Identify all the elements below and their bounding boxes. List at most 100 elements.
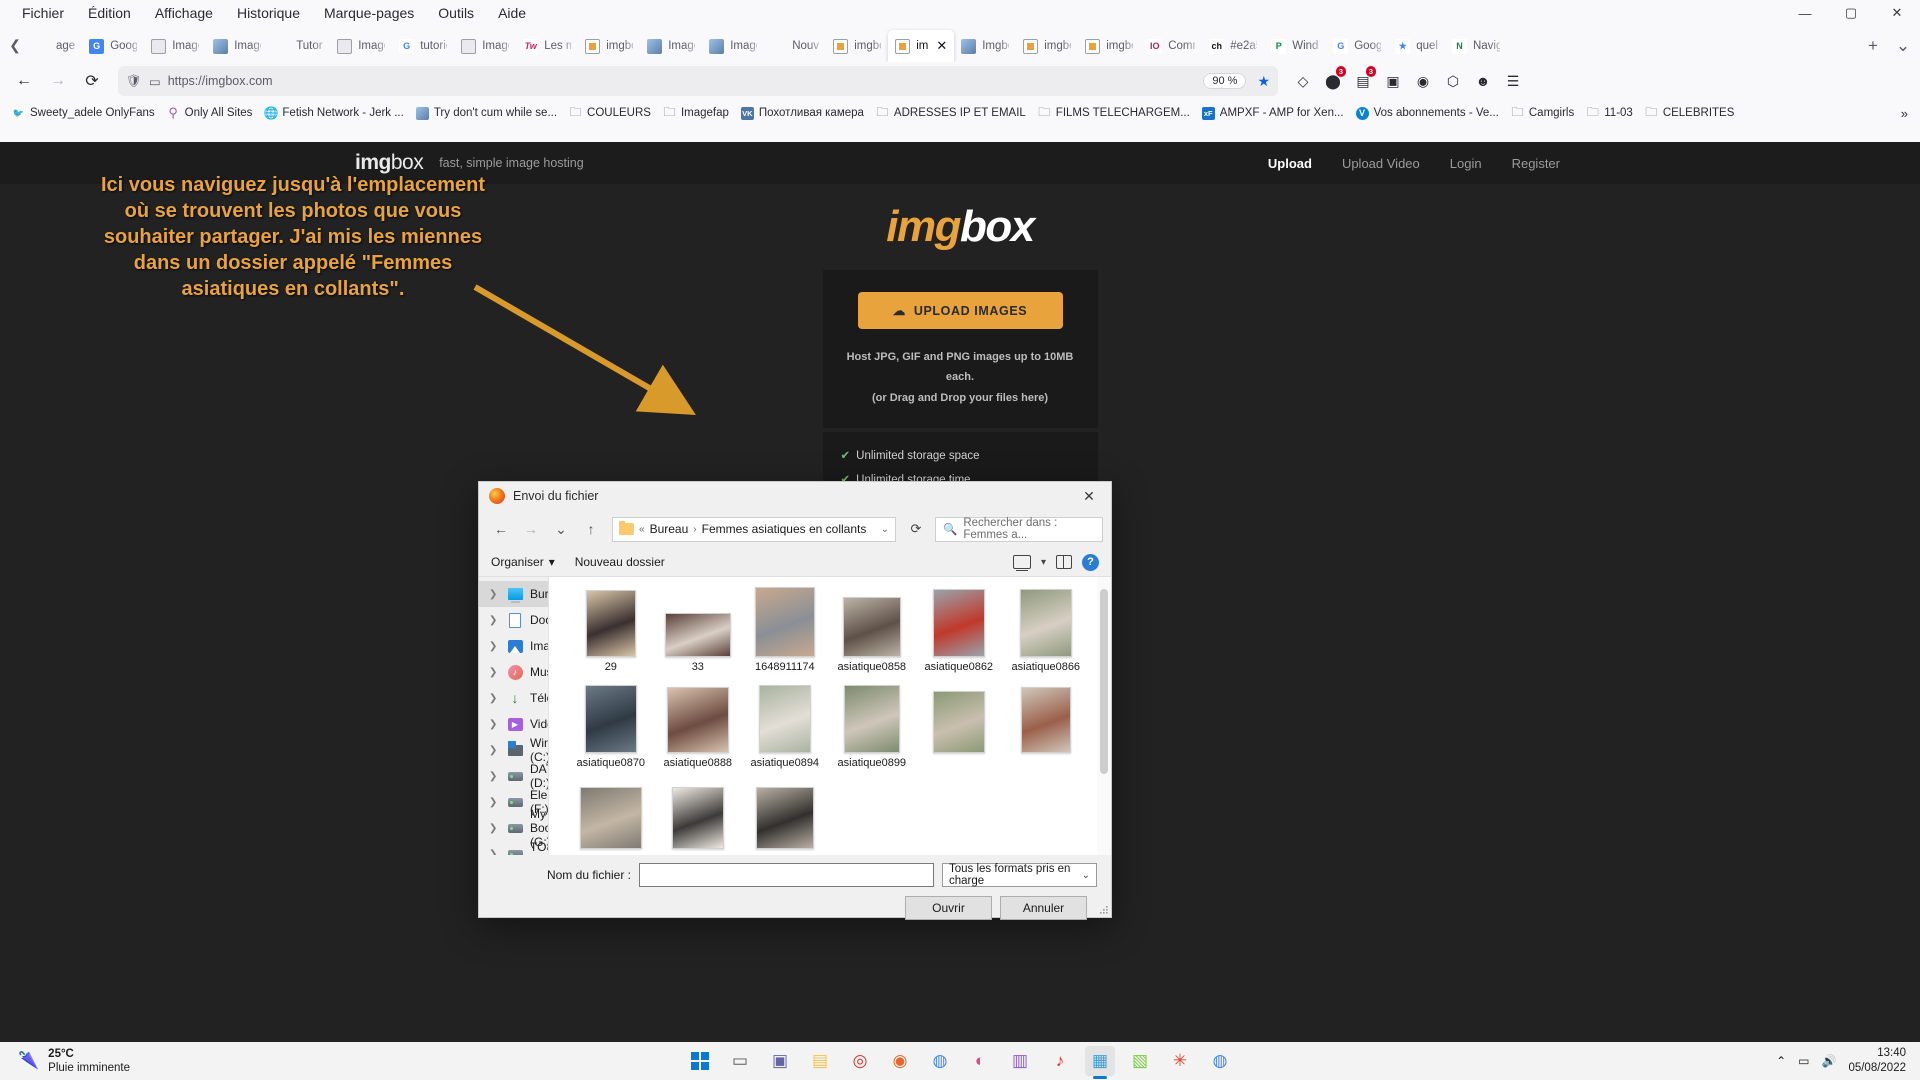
breadcrumb-current[interactable]: Femmes asiatiques en collants bbox=[702, 522, 867, 536]
start-button[interactable] bbox=[685, 1046, 715, 1076]
site-nav-link[interactable]: Register bbox=[1512, 156, 1560, 171]
audio-app-icon[interactable]: ♪ bbox=[1045, 1046, 1075, 1076]
sidebar-item-windows-c[interactable]: ❯ Windows (C:) bbox=[479, 736, 548, 764]
tab-close-icon[interactable]: ✕ bbox=[936, 38, 947, 54]
file-item[interactable] bbox=[741, 779, 828, 853]
file-type-select[interactable]: Tous les formats pris en charge ⌄ bbox=[942, 863, 1097, 887]
sidebar-item-musique[interactable]: ❯ ♪ Musique bbox=[479, 659, 548, 685]
file-explorer-icon[interactable]: ▤ bbox=[805, 1046, 835, 1076]
file-item[interactable] bbox=[1002, 683, 1089, 769]
media-player-icon[interactable]: ◐ bbox=[965, 1046, 995, 1076]
browser-tab[interactable]: imgbo bbox=[1078, 30, 1140, 62]
file-item[interactable]: 29 bbox=[567, 587, 654, 673]
browser-tab[interactable]: imgbo bbox=[826, 30, 888, 62]
bookmark-item[interactable]: 🗀 Camgirls bbox=[1505, 105, 1580, 122]
close-button[interactable]: ✕ bbox=[1874, 0, 1920, 26]
file-item[interactable]: asiatique0888 bbox=[654, 683, 741, 769]
sidebar-item-images[interactable]: ❯ Images bbox=[479, 633, 548, 659]
sidebar-item-my-book-g[interactable]: ❯My Book (G:) bbox=[479, 807, 548, 849]
file-item[interactable] bbox=[567, 779, 654, 853]
bookmark-item[interactable]: 🗀 Imagefap bbox=[657, 105, 735, 122]
bookmark-item[interactable]: VK Похотливая камера bbox=[735, 105, 870, 122]
chevron-down-icon[interactable]: ⌄ bbox=[881, 524, 889, 535]
file-item[interactable]: 1648911174 bbox=[741, 587, 828, 673]
pocket-icon[interactable]: ◇ bbox=[1288, 66, 1318, 96]
list-all-tabs-icon[interactable]: ⌄ bbox=[1888, 30, 1918, 62]
dialog-titlebar[interactable]: Envoi du fichier ✕ bbox=[479, 482, 1111, 510]
new-tab-button[interactable]: + bbox=[1858, 30, 1888, 62]
browser-tab[interactable]: G Goog bbox=[1326, 30, 1388, 62]
bookmark-item[interactable]: 🐦 Sweety_adele OnlyFans bbox=[6, 105, 161, 122]
bookmark-item[interactable]: 🗀 11-03 bbox=[1580, 105, 1639, 122]
sidebar-item-toshiba-ext-h[interactable]: ❯ TOSHIBA EXT (H:) bbox=[479, 840, 548, 855]
view-mode-icon[interactable] bbox=[1012, 555, 1031, 572]
dialog-recent-locations-button[interactable]: ⌄ bbox=[547, 515, 575, 543]
file-item[interactable]: asiatique0870 bbox=[567, 683, 654, 769]
browser-tab[interactable]: IO Comn bbox=[1140, 30, 1202, 62]
help-icon[interactable]: ? bbox=[1082, 553, 1099, 571]
file-name-input[interactable] bbox=[639, 863, 934, 887]
chrome-icon[interactable]: ◍ bbox=[925, 1046, 955, 1076]
browser-tab[interactable]: Image bbox=[206, 30, 268, 62]
browser-tab[interactable]: Gtutorie bbox=[392, 30, 454, 62]
chevron-right-icon[interactable]: ❯ bbox=[489, 745, 500, 756]
site-nav-link[interactable]: Login bbox=[1450, 156, 1482, 171]
file-item[interactable]: asiatique0899 bbox=[828, 683, 915, 769]
imgbox-window-icon[interactable]: ▦ bbox=[1085, 1046, 1115, 1076]
browser-tab[interactable]: N Navig bbox=[1445, 30, 1507, 62]
scrollbar-thumb[interactable] bbox=[1100, 589, 1108, 775]
sidebar-item-data-d[interactable]: ❯ DATA (D:) bbox=[479, 762, 548, 790]
bookmark-item[interactable]: 🗀 ADRESSES IP ET EMAIL bbox=[870, 105, 1032, 122]
minimize-button[interactable]: — bbox=[1782, 0, 1828, 26]
browser-tab[interactable]: Image bbox=[330, 30, 392, 62]
editor-icon[interactable]: ▧ bbox=[1125, 1046, 1155, 1076]
bookmark-star-icon[interactable]: ★ bbox=[1257, 73, 1270, 90]
upload-images-button[interactable]: ☁ UPLOAD IMAGES bbox=[857, 292, 1063, 329]
chevron-right-icon[interactable]: ❯ bbox=[489, 693, 500, 704]
address-breadcrumb[interactable]: « Bureau › Femmes asiatiques en collants… bbox=[612, 516, 896, 542]
browser-tab[interactable]: Image bbox=[144, 30, 206, 62]
browser-tab[interactable]: Tutoriel po bbox=[268, 30, 330, 62]
file-item[interactable]: asiatique0862 bbox=[915, 587, 1002, 673]
browser-tab[interactable]: Tw Les m bbox=[516, 30, 578, 62]
bookmark-item[interactable]: 🗀 COULEURS bbox=[563, 105, 657, 122]
filezilla-icon[interactable]: ▥ bbox=[1005, 1046, 1035, 1076]
bookmark-item[interactable]: xF AMPXF - AMP for Xen... bbox=[1196, 105, 1350, 122]
menu-edition[interactable]: Édition bbox=[88, 5, 131, 21]
opera-icon[interactable]: ◎ bbox=[845, 1046, 875, 1076]
chevron-right-icon[interactable]: ❯ bbox=[489, 719, 500, 730]
reload-button[interactable]: ⟳ bbox=[76, 66, 108, 96]
bookmark-item[interactable]: 🗀 CELEBRITES bbox=[1639, 105, 1741, 122]
browser-tab[interactable]: imgbo bbox=[578, 30, 640, 62]
shield-icon[interactable]: 🛡 bbox=[126, 74, 142, 89]
menu-affichage[interactable]: Affichage bbox=[155, 5, 213, 21]
dialog-back-button[interactable]: ← bbox=[487, 515, 515, 543]
forward-button[interactable]: → bbox=[42, 66, 74, 96]
browser-tab-active[interactable]: im ✕ bbox=[888, 30, 955, 62]
sidebar-item-t-l-chargements[interactable]: ❯ ↓ Téléchargements bbox=[479, 685, 548, 711]
bookmarks-overflow-icon[interactable]: » bbox=[1901, 106, 1914, 121]
browser-tab[interactable]: imgbo bbox=[1016, 30, 1078, 62]
browser-tab[interactable]: ch #e2a5 bbox=[1202, 30, 1264, 62]
sidebar-item-vid-os[interactable]: ❯ ▶ Vidéos bbox=[479, 711, 548, 737]
sidebar-item-documents[interactable]: ❯ Documents bbox=[479, 607, 548, 633]
browser-tab[interactable]: age bbox=[28, 30, 82, 62]
dialog-refresh-button[interactable]: ⟳ bbox=[903, 516, 929, 542]
menu-icon[interactable]: ☰ bbox=[1498, 66, 1528, 96]
task-view-button[interactable]: ▭ bbox=[725, 1046, 755, 1076]
browser-tab[interactable]: Image bbox=[702, 30, 764, 62]
view-caret-icon[interactable]: ▾ bbox=[1041, 557, 1046, 568]
shield-counter-icon[interactable]: ⬤ 3 bbox=[1318, 66, 1348, 96]
account-icon[interactable]: ☻ bbox=[1468, 66, 1498, 96]
organize-button[interactable]: Organiser ▾ bbox=[491, 555, 555, 569]
browser-tab[interactable]: G Googl bbox=[82, 30, 144, 62]
file-item[interactable]: 33 bbox=[654, 587, 741, 673]
dialog-up-button[interactable]: ↑ bbox=[577, 515, 605, 543]
photo-app-icon[interactable]: ✳ bbox=[1165, 1046, 1195, 1076]
container-icon[interactable]: ◉ bbox=[1408, 66, 1438, 96]
teams-icon[interactable]: ▣ bbox=[765, 1046, 795, 1076]
file-item[interactable]: asiatique0894 bbox=[741, 683, 828, 769]
file-item[interactable] bbox=[915, 683, 1002, 769]
extension-icon[interactable]: ▤ 3 bbox=[1348, 66, 1378, 96]
menu-outils[interactable]: Outils bbox=[438, 5, 474, 21]
